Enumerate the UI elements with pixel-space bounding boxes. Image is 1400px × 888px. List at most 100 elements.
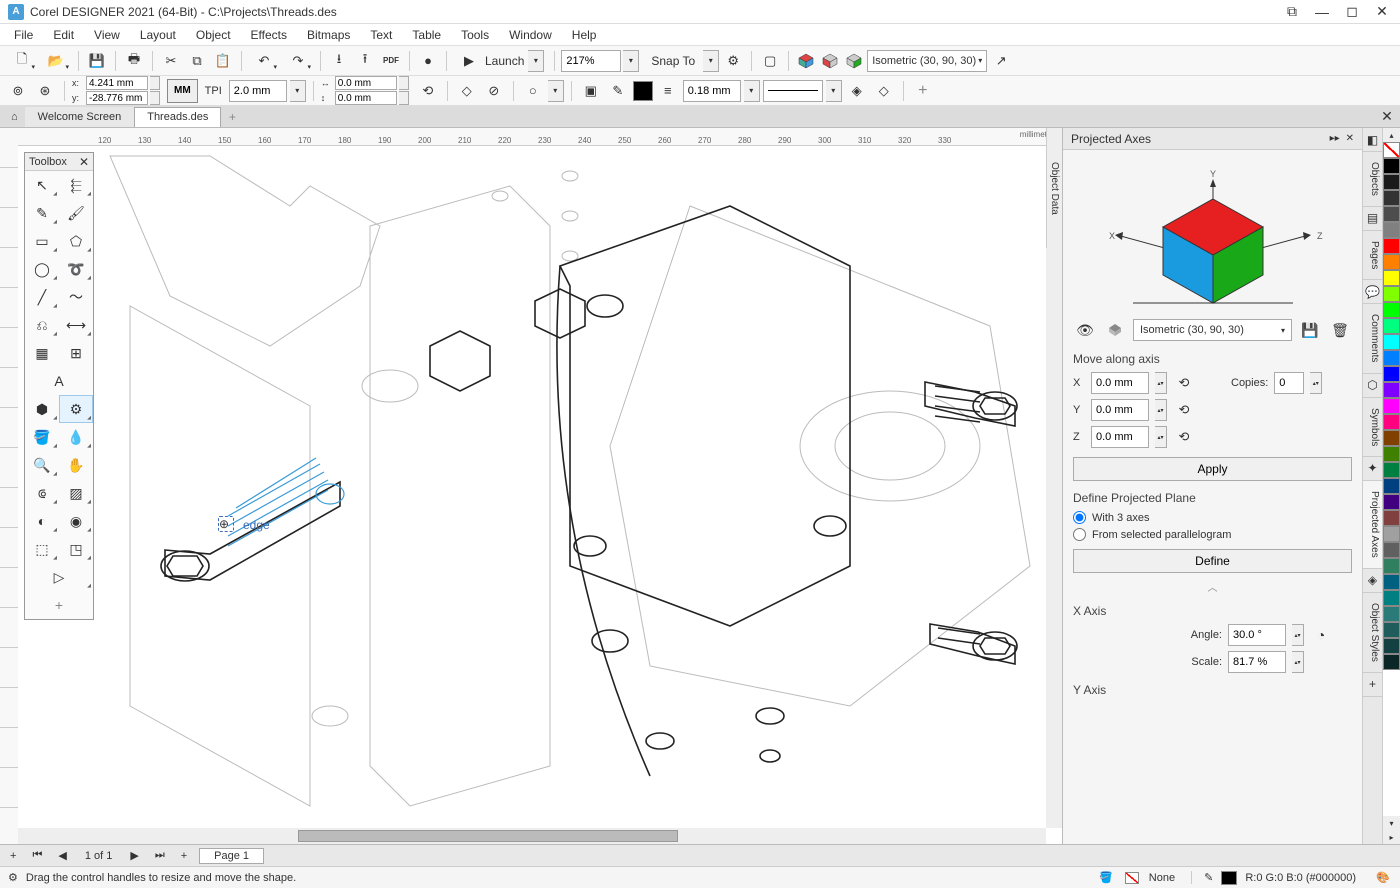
scale-input[interactable] <box>1228 651 1286 673</box>
tpi-input[interactable] <box>229 80 287 102</box>
menu-view[interactable]: View <box>84 26 130 44</box>
export-button[interactable]: ⭱ <box>353 49 377 73</box>
menu-effects[interactable]: Effects <box>241 26 297 44</box>
thread-tool[interactable]: ⚙◢ <box>59 395 93 423</box>
x-axis-input[interactable] <box>1091 372 1149 394</box>
shape-tool[interactable]: ⬱◢ <box>59 171 93 199</box>
color-swatch-1[interactable] <box>1383 174 1400 190</box>
vtab-comments-icon[interactable]: 💬 <box>1363 280 1382 304</box>
x-axis-spinner[interactable]: ▴▾ <box>1155 372 1167 394</box>
color-swatch-9[interactable] <box>1383 302 1400 318</box>
horizontal-ruler[interactable]: 120 130 140 150 160 170 180 190 200 210 … <box>18 128 1062 146</box>
freehand-tool[interactable]: ✎◢ <box>25 199 59 227</box>
3d-import-icon[interactable]: ● <box>416 49 440 73</box>
color-swatch-26[interactable] <box>1383 574 1400 590</box>
vertical-scrollbar[interactable]: ▲ + ▼ <box>1046 146 1062 828</box>
outline-color-swatch[interactable] <box>633 81 653 101</box>
snap-to-dropdown[interactable]: ▾ <box>703 50 719 72</box>
line-style-picker[interactable] <box>763 80 823 102</box>
import-button[interactable]: ⭳ <box>327 49 351 73</box>
artistic-media-tool[interactable]: 🖌 <box>59 199 93 227</box>
zoom-tool[interactable]: 🔍◢ <box>25 451 59 479</box>
color-swatch-20[interactable] <box>1383 478 1400 494</box>
next-page-button[interactable]: ▶ <box>126 849 142 862</box>
thread-style-b-icon[interactable]: ⊛ <box>33 79 57 103</box>
projection-preset-docker-dropdown[interactable]: Isometric (30, 90, 30)▾ <box>1133 319 1292 341</box>
radio-with-3-axes[interactable]: With 3 axes <box>1073 511 1352 524</box>
color-swatch-7[interactable] <box>1383 270 1400 286</box>
height-input[interactable] <box>335 91 397 105</box>
color-swatch-31[interactable] <box>1383 654 1400 670</box>
envelope-tool[interactable]: ⬚◢ <box>25 535 59 563</box>
vtab-objects[interactable]: Objects <box>1363 152 1382 207</box>
palette-down-arrow[interactable]: ▾ <box>1383 816 1400 830</box>
fill-tool-icon[interactable]: ◇ <box>455 79 479 103</box>
drawing-plane-left-icon[interactable] <box>819 50 841 72</box>
color-swatch-27[interactable] <box>1383 590 1400 606</box>
outline-indicator-icon[interactable]: ✎ <box>1191 871 1213 884</box>
x-axis-lock-icon[interactable]: ⟲ <box>1173 372 1195 394</box>
extrude-tool[interactable]: ◳◢ <box>59 535 93 563</box>
eyedropper-tool[interactable]: 💧◢ <box>59 423 93 451</box>
restore-down-icon[interactable]: ⧉ <box>1282 2 1302 22</box>
outline-dropdown[interactable]: ▾ <box>548 80 564 102</box>
outline-width-input[interactable] <box>683 80 741 102</box>
connector-tool[interactable]: ⎌◢ <box>25 311 59 339</box>
minimize-button[interactable]: — <box>1312 2 1332 22</box>
line-tool[interactable]: ╱◢ <box>25 283 59 311</box>
table-tool[interactable]: ▦ <box>25 339 59 367</box>
color-swatch-2[interactable] <box>1383 190 1400 206</box>
docker-close-icon[interactable]: ✕ <box>1346 133 1354 144</box>
vtab-comments[interactable]: Comments <box>1363 304 1382 373</box>
unproject-icon[interactable]: ◇ <box>872 79 896 103</box>
object-data-tab[interactable]: Object Data <box>1046 128 1062 248</box>
rectangle-tool[interactable]: ▭◢ <box>25 227 59 255</box>
new-document-tab-button[interactable]: + <box>223 108 241 126</box>
menu-object[interactable]: Object <box>186 26 241 44</box>
scale-spinner[interactable]: ▴▾ <box>1292 651 1304 673</box>
color-swatch-17[interactable] <box>1383 430 1400 446</box>
open-button[interactable]: 📂 <box>40 49 72 73</box>
color-swatch-10[interactable] <box>1383 318 1400 334</box>
close-tab-button[interactable]: ✕ <box>1378 108 1396 126</box>
menu-layout[interactable]: Layout <box>130 26 186 44</box>
color-swatch-22[interactable] <box>1383 510 1400 526</box>
no-fill-swatch-icon[interactable] <box>1123 871 1141 885</box>
text-tool[interactable]: A <box>25 367 93 395</box>
color-swatch-14[interactable] <box>1383 382 1400 398</box>
page-tab-1[interactable]: Page 1 <box>199 848 264 864</box>
add-tool[interactable]: + <box>25 591 93 619</box>
add-tool-button[interactable]: + <box>911 79 935 103</box>
copy-button[interactable]: ⧉ <box>185 49 209 73</box>
vtab-symbols[interactable]: Symbols <box>1363 398 1382 457</box>
launch-icon[interactable]: ▶ <box>457 49 481 73</box>
delete-preset-icon[interactable]: 🗑 <box>1328 318 1352 342</box>
vtab-objects-icon[interactable]: ◧ <box>1363 128 1382 152</box>
color-swatch-0[interactable] <box>1383 158 1400 174</box>
first-page-button[interactable]: ⏮ <box>28 849 46 862</box>
docker-collapse-icon[interactable]: ▸▸ <box>1330 133 1340 144</box>
vtab-object-styles[interactable]: Object Styles <box>1363 593 1382 673</box>
save-button[interactable]: 💾 <box>85 49 109 73</box>
menu-table[interactable]: Table <box>402 26 451 44</box>
z-axis-lock-icon[interactable]: ⟲ <box>1173 426 1195 448</box>
color-swatch-29[interactable] <box>1383 622 1400 638</box>
z-axis-input[interactable] <box>1091 426 1149 448</box>
y-coord-input[interactable] <box>86 91 148 105</box>
outline-width-dropdown[interactable]: ▾ <box>744 80 760 102</box>
interactive-fill-tool[interactable]: ◐◢ <box>25 507 59 535</box>
welcome-screen-tab[interactable]: Welcome Screen <box>25 107 135 127</box>
project-icon[interactable]: ◈ <box>845 79 869 103</box>
tpi-spinner[interactable]: ▾ <box>290 80 306 102</box>
outline-width-icon[interactable]: ≡ <box>656 79 680 103</box>
color-swatch-19[interactable] <box>1383 462 1400 478</box>
apply-button[interactable]: Apply <box>1073 457 1352 481</box>
pick-tool[interactable]: ↖◢ <box>25 171 59 199</box>
color-swatch-25[interactable] <box>1383 558 1400 574</box>
vtab-symbols-icon[interactable]: ⬡ <box>1363 374 1382 398</box>
y-coord-spinner[interactable] <box>150 91 160 105</box>
curve-tool[interactable]: ～ <box>59 283 93 311</box>
prev-page-button[interactable]: ◀ <box>54 849 70 862</box>
color-swatch-11[interactable] <box>1383 334 1400 350</box>
color-swatch-24[interactable] <box>1383 542 1400 558</box>
